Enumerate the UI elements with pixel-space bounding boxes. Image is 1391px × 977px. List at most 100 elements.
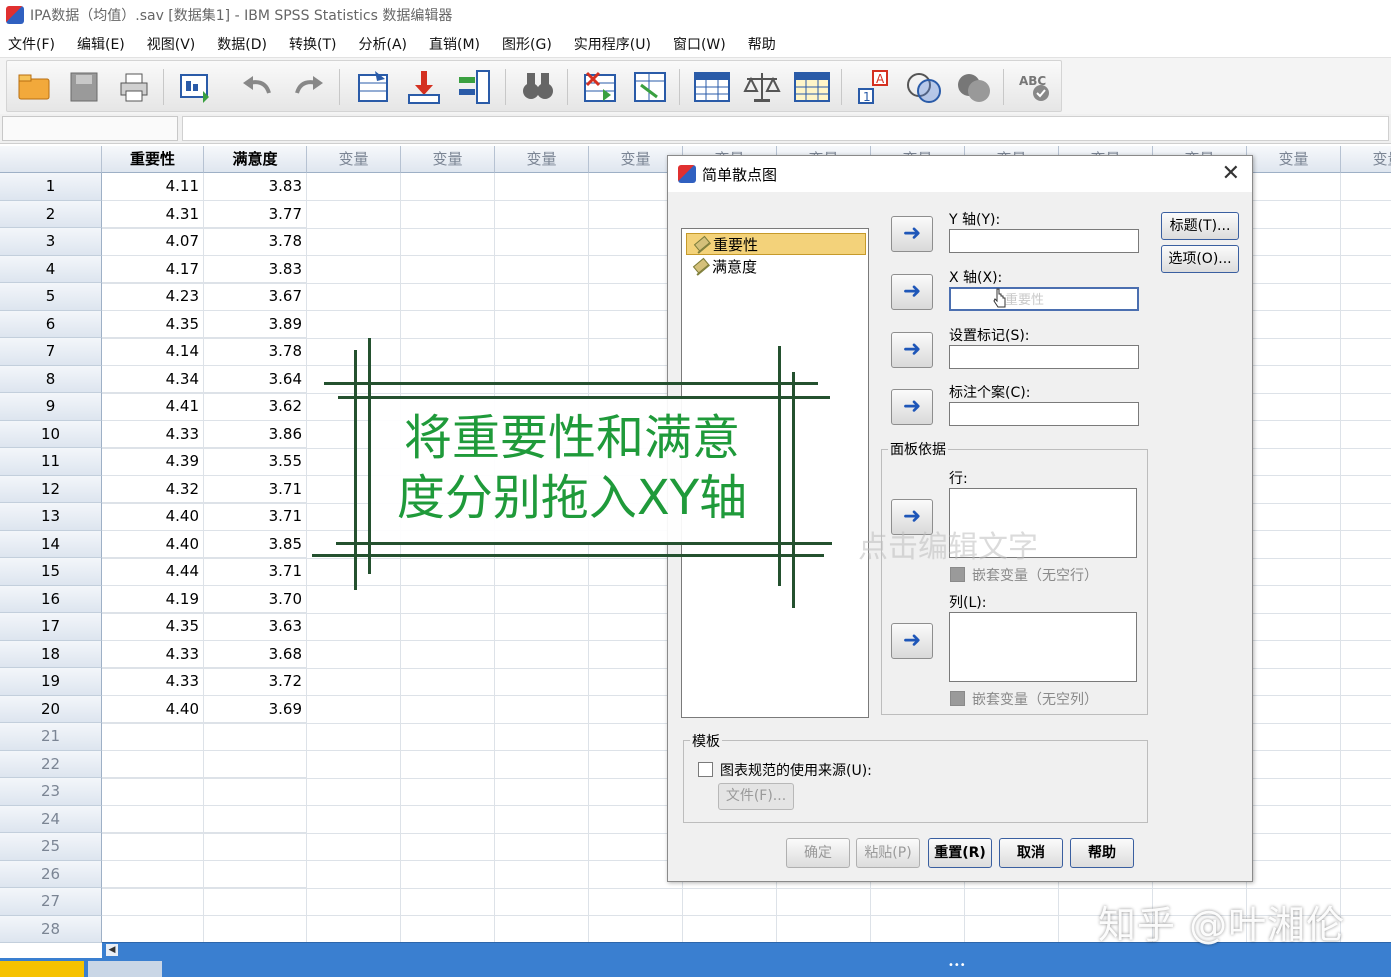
row-header[interactable]: 13: [0, 503, 102, 531]
cell-name-box[interactable]: [2, 116, 178, 141]
label-cases-field[interactable]: [949, 402, 1139, 426]
use-sets-icon[interactable]: [905, 69, 943, 105]
row-header[interactable]: 6: [0, 310, 102, 338]
cell-importance[interactable]: 4.23: [102, 283, 204, 311]
cancel-button[interactable]: 取消: [999, 838, 1063, 868]
undo-icon[interactable]: [239, 69, 277, 105]
row-header[interactable]: 28: [0, 915, 102, 943]
cell-satisfaction[interactable]: 3.72: [204, 668, 307, 696]
splitter-grip-icon[interactable]: •••: [948, 960, 966, 971]
column-header[interactable]: 变量: [1247, 146, 1341, 173]
row-header[interactable]: 11: [0, 448, 102, 476]
row-header[interactable]: 8: [0, 365, 102, 393]
nest-rows-checkbox[interactable]: [950, 567, 965, 582]
row-header[interactable]: 16: [0, 585, 102, 613]
menu-edit[interactable]: 编辑(E): [77, 34, 125, 54]
cell-importance[interactable]: 4.31: [102, 200, 204, 228]
cell-importance[interactable]: 4.33: [102, 420, 204, 448]
cell-satisfaction[interactable]: 3.71: [204, 475, 307, 503]
move-to-markers-button[interactable]: ➜: [891, 332, 933, 368]
row-header[interactable]: 10: [0, 420, 102, 448]
cell-importance[interactable]: 4.32: [102, 475, 204, 503]
row-header[interactable]: 19: [0, 668, 102, 696]
cell-satisfaction[interactable]: [204, 915, 307, 943]
cell-importance[interactable]: [102, 778, 204, 806]
panel-columns-field[interactable]: [949, 612, 1137, 682]
cell-value-editor[interactable]: [182, 116, 1389, 141]
cell-satisfaction[interactable]: 3.83: [204, 255, 307, 283]
cell-satisfaction[interactable]: 3.71: [204, 503, 307, 531]
row-header[interactable]: 26: [0, 860, 102, 888]
cell-importance[interactable]: 4.33: [102, 668, 204, 696]
y-axis-field[interactable]: [949, 229, 1139, 253]
source-variable-list[interactable]: 重要性 满意度: [681, 228, 869, 718]
insert-cases-icon[interactable]: [581, 69, 619, 105]
cell-importance[interactable]: [102, 833, 204, 861]
help-button[interactable]: 帮助: [1070, 838, 1134, 868]
value-labels-icon[interactable]: A1: [855, 69, 893, 105]
recall-dialog-icon[interactable]: [177, 69, 215, 105]
cell-importance[interactable]: 4.39: [102, 448, 204, 476]
list-item-importance[interactable]: 重要性: [686, 233, 866, 255]
reset-button[interactable]: 重置(R): [928, 838, 992, 868]
row-header[interactable]: 4: [0, 255, 102, 283]
select-cases-icon[interactable]: [793, 69, 831, 105]
cell-satisfaction[interactable]: 3.71: [204, 558, 307, 586]
row-header[interactable]: 14: [0, 530, 102, 558]
cell-importance[interactable]: 4.41: [102, 393, 204, 421]
titles-button[interactable]: 标题(T)...: [1161, 212, 1239, 240]
cell-satisfaction[interactable]: 3.70: [204, 585, 307, 613]
menu-view[interactable]: 视图(V): [147, 34, 196, 54]
row-header[interactable]: 18: [0, 640, 102, 668]
row-header[interactable]: 7: [0, 338, 102, 366]
cell-satisfaction[interactable]: [204, 860, 307, 888]
cell-importance[interactable]: 4.40: [102, 695, 204, 723]
menu-analyze[interactable]: 分析(A): [358, 34, 407, 54]
menu-help[interactable]: 帮助: [748, 34, 776, 54]
tab-data-view[interactable]: [0, 961, 84, 977]
cell-importance[interactable]: [102, 805, 204, 833]
row-header[interactable]: 3: [0, 228, 102, 256]
close-icon[interactable]: ✕: [1222, 161, 1240, 186]
menu-transform[interactable]: 转换(T): [289, 34, 336, 54]
column-header[interactable]: 满意度: [204, 146, 307, 173]
column-header[interactable]: 变量: [1341, 146, 1391, 173]
menu-utilities[interactable]: 实用程序(U): [574, 34, 651, 54]
cell-importance[interactable]: 4.14: [102, 338, 204, 366]
cell-importance[interactable]: 4.34: [102, 365, 204, 393]
cell-satisfaction[interactable]: 3.86: [204, 420, 307, 448]
cell-importance[interactable]: 4.44: [102, 558, 204, 586]
column-header[interactable]: 变量: [495, 146, 589, 173]
row-header[interactable]: 15: [0, 558, 102, 586]
ok-button[interactable]: 确定: [786, 838, 850, 868]
row-header[interactable]: 17: [0, 613, 102, 641]
cell-importance[interactable]: 4.40: [102, 530, 204, 558]
cell-satisfaction[interactable]: 3.78: [204, 228, 307, 256]
grid-corner[interactable]: [0, 146, 102, 173]
column-header[interactable]: 重要性: [102, 146, 204, 173]
cell-satisfaction[interactable]: 3.63: [204, 613, 307, 641]
find-icon[interactable]: [519, 69, 557, 105]
cell-importance[interactable]: [102, 723, 204, 751]
cell-importance[interactable]: 4.33: [102, 640, 204, 668]
move-to-x-button[interactable]: ➜: [891, 274, 933, 310]
split-file-icon[interactable]: [693, 69, 731, 105]
options-button[interactable]: 选项(O)...: [1161, 245, 1239, 273]
open-folder-icon[interactable]: [15, 69, 53, 105]
menu-direct-marketing[interactable]: 直销(M): [429, 34, 480, 54]
goto-case-icon[interactable]: [355, 69, 393, 105]
row-header[interactable]: 9: [0, 393, 102, 421]
print-icon[interactable]: [115, 69, 153, 105]
cell-importance[interactable]: 4.40: [102, 503, 204, 531]
move-to-label-cases-button[interactable]: ➜: [891, 389, 933, 425]
cell-satisfaction[interactable]: 3.89: [204, 310, 307, 338]
row-header[interactable]: 21: [0, 723, 102, 751]
file-button[interactable]: 文件(F)...: [718, 783, 794, 810]
menu-graphs[interactable]: 图形(G): [502, 34, 552, 54]
cell-importance[interactable]: [102, 915, 204, 943]
cell-satisfaction[interactable]: [204, 833, 307, 861]
row-header[interactable]: 27: [0, 888, 102, 916]
show-all-icon[interactable]: [955, 69, 993, 105]
row-header[interactable]: 23: [0, 778, 102, 806]
cell-importance[interactable]: 4.35: [102, 613, 204, 641]
